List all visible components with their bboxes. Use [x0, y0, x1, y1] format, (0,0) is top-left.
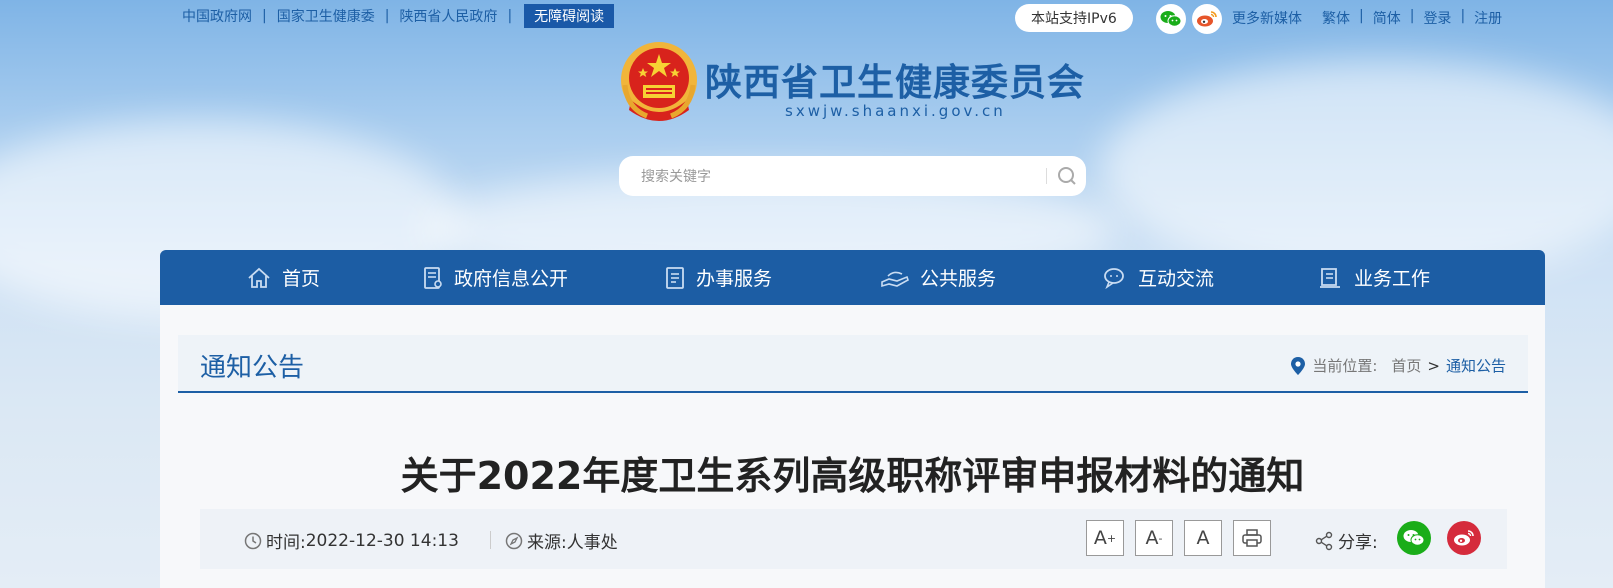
service-icon	[666, 266, 684, 289]
clock-icon	[244, 532, 262, 549]
breadcrumb-current[interactable]: 通知公告	[1446, 355, 1506, 376]
article-meta-bar: 时间: 2022-12-30 14:13 来源: 人事处 A + A- A 分享…	[200, 509, 1507, 569]
source-value: 人事处	[566, 533, 618, 553]
top-bar: 中国政府网 | 国家卫生健康委 | 陕西省人民政府 | 无障碍阅读 本站支持IP…	[0, 4, 1613, 34]
font-increase-button[interactable]: A +	[1086, 520, 1124, 556]
book-icon	[1320, 267, 1340, 288]
article-time: 时间: 2022-12-30 14:13	[244, 528, 459, 553]
printer-icon	[1242, 529, 1262, 547]
search-icon	[1058, 167, 1076, 185]
nav-label: 公共服务	[920, 268, 997, 290]
link-register[interactable]: 注册	[1474, 8, 1502, 28]
home-icon	[248, 267, 270, 288]
time-label: 时间:	[266, 533, 306, 553]
wechat-button[interactable]	[1156, 4, 1186, 34]
location-pin-icon	[1291, 356, 1306, 375]
meta-divider	[490, 531, 491, 549]
hand-icon	[881, 271, 909, 287]
nav-item-services[interactable]: 办事服务	[664, 250, 772, 305]
link-login[interactable]: 登录	[1423, 8, 1451, 28]
wechat-icon	[1160, 11, 1182, 27]
nav-label: 办事服务	[696, 268, 773, 290]
nav-item-public[interactable]: 公共服务	[880, 250, 996, 305]
nav-item-home[interactable]: 首页	[246, 250, 320, 305]
right-links: 更多新媒体 繁体 | 简体 | 登录 | 注册	[1232, 8, 1502, 28]
font-decrease-sup: -	[1158, 531, 1163, 545]
national-emblem-logo[interactable]	[617, 40, 701, 128]
link-nhc[interactable]: 国家卫生健康委	[277, 6, 375, 26]
share-label: 分享:	[1338, 533, 1378, 553]
font-decrease-button[interactable]: A-	[1135, 520, 1173, 556]
column-header: 通知公告 当前位置: 首页 > 通知公告	[178, 335, 1528, 393]
font-increase-sup: +	[1106, 531, 1117, 545]
chat-icon	[1104, 267, 1124, 289]
nav-item-gov-info[interactable]: 政府信息公开	[422, 250, 568, 305]
site-title: 陕西省卫生健康委员会	[705, 60, 1085, 104]
breadcrumb-separator: >	[1427, 356, 1440, 375]
link-provgov[interactable]: 陕西省人民政府	[399, 6, 497, 26]
separator: |	[1409, 8, 1415, 24]
search-button[interactable]	[1055, 164, 1079, 188]
compass-icon	[505, 532, 523, 549]
separator: |	[507, 8, 513, 24]
search-input[interactable]	[639, 165, 1043, 189]
search-divider	[1046, 168, 1047, 184]
nav-item-interaction[interactable]: 互动交流	[1102, 250, 1214, 305]
content-area: 通知公告 当前位置: 首页 > 通知公告 关于2022年度卫生系列高级职称评审申…	[160, 305, 1545, 588]
link-traditional[interactable]: 繁体	[1322, 8, 1350, 28]
weibo-icon	[1454, 530, 1474, 546]
font-decrease-label: A	[1145, 527, 1159, 549]
link-more-media[interactable]: 更多新媒体	[1232, 8, 1302, 28]
weibo-icon	[1197, 11, 1217, 27]
separator: |	[384, 8, 390, 24]
accessible-reading-button[interactable]: 无障碍阅读	[524, 4, 615, 28]
wechat-icon	[1403, 530, 1425, 546]
site-domain: sxwjw.shaanxi.gov.cn	[785, 102, 1006, 120]
share-icon	[1315, 531, 1333, 550]
search-box	[619, 156, 1086, 196]
separator: |	[1359, 8, 1364, 24]
main-nav: 首页 政府信息公开 办事服务 公共服务 互动交流 业务工作	[160, 250, 1545, 305]
nav-item-work[interactable]: 业务工作	[1318, 250, 1430, 305]
link-gov[interactable]: 中国政府网	[182, 6, 252, 26]
font-default-label: A	[1196, 527, 1210, 549]
column-title: 通知公告	[200, 353, 305, 383]
nav-label: 政府信息公开	[454, 268, 569, 290]
time-value: 2022-12-30 14:13	[305, 530, 459, 551]
share-weibo-button[interactable]	[1447, 521, 1481, 555]
document-icon	[424, 266, 442, 289]
font-default-button[interactable]: A	[1184, 520, 1222, 556]
share-area: 分享:	[1314, 528, 1378, 553]
ipv6-badge: 本站支持IPv6	[1015, 4, 1133, 32]
article-source: 来源: 人事处	[505, 528, 618, 553]
separator: |	[262, 8, 267, 24]
print-button[interactable]	[1233, 520, 1271, 556]
article-title: 关于2022年度卫生系列高级职称评审申报材料的通知	[400, 454, 1305, 498]
separator: |	[1460, 8, 1466, 24]
breadcrumb-label: 当前位置:	[1312, 357, 1378, 375]
share-wechat-button[interactable]	[1397, 521, 1431, 555]
background-cloud	[1100, 60, 1613, 280]
source-label: 来源:	[527, 533, 567, 553]
weibo-button[interactable]	[1192, 4, 1222, 34]
breadcrumb-home[interactable]: 首页	[1391, 355, 1421, 376]
font-increase-label: A	[1093, 527, 1107, 549]
breadcrumb: 当前位置: 首页 > 通知公告	[1290, 355, 1506, 376]
link-simplified[interactable]: 简体	[1373, 8, 1401, 28]
top-links: 中国政府网 | 国家卫生健康委 | 陕西省人民政府 | 无障碍阅读	[182, 4, 615, 28]
nav-label: 首页	[282, 268, 321, 290]
nav-label: 互动交流	[1138, 268, 1215, 290]
nav-label: 业务工作	[1354, 268, 1431, 290]
